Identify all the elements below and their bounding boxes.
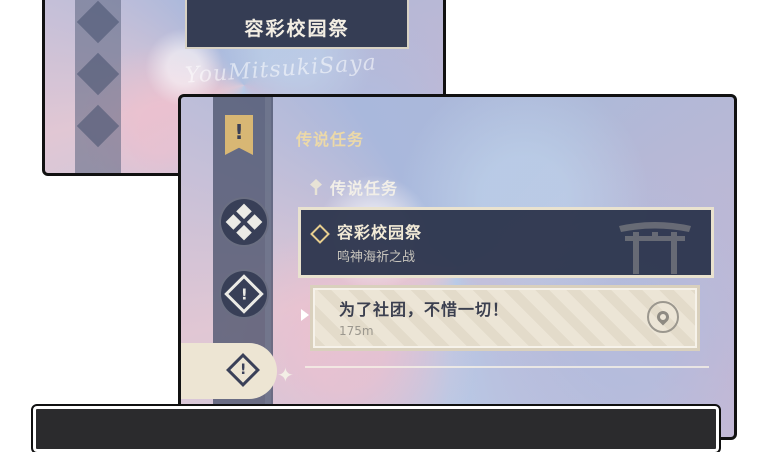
step-title: 为了社团，不惜一切！ [339,300,510,319]
quest-step-card[interactable]: 为了社团，不惜一切！ 175m [310,285,700,351]
quest-subtitle: 鸣神海祈之战 [337,250,416,265]
track-location-button[interactable] [647,301,679,333]
world-quest-button[interactable]: ! [219,269,269,319]
daily-commission-button[interactable] [219,197,269,247]
quest-title: 容彩校园祭 [337,223,423,242]
torii-gate-icon [619,222,691,274]
location-pin-icon [654,308,672,326]
quest-type-header: 传说任务 [310,175,398,199]
legend-quest-small-icon [310,179,322,195]
watermark: YouMitsukiSaya [184,50,378,89]
quest-card-selected[interactable]: 容彩校园祭 鸣神海祈之战 [298,207,714,278]
dialog-box [31,404,721,452]
quest-diamond-icon [310,224,330,244]
sparkle-icon: ✦ [277,363,294,387]
compass-icon: ! [224,274,264,314]
list-divider [305,366,709,368]
category-title: 传说任务 [296,130,365,149]
current-step-arrow-icon [301,309,309,321]
quest-type-label: 传说任务 [330,179,399,198]
daily-commission-icon [225,203,263,241]
event-title: 容彩校园祭 [244,18,350,40]
quest-menu-panel: ! ! ! ✦ 传说任务 传说任务 容彩校园祭 鸣神海祈之战 为了社团，不惜一切… [178,94,737,440]
legend-quest-icon: ! [225,349,261,391]
event-title-card[interactable]: 容彩校园祭 [185,0,409,49]
step-distance: 175m [339,324,374,338]
